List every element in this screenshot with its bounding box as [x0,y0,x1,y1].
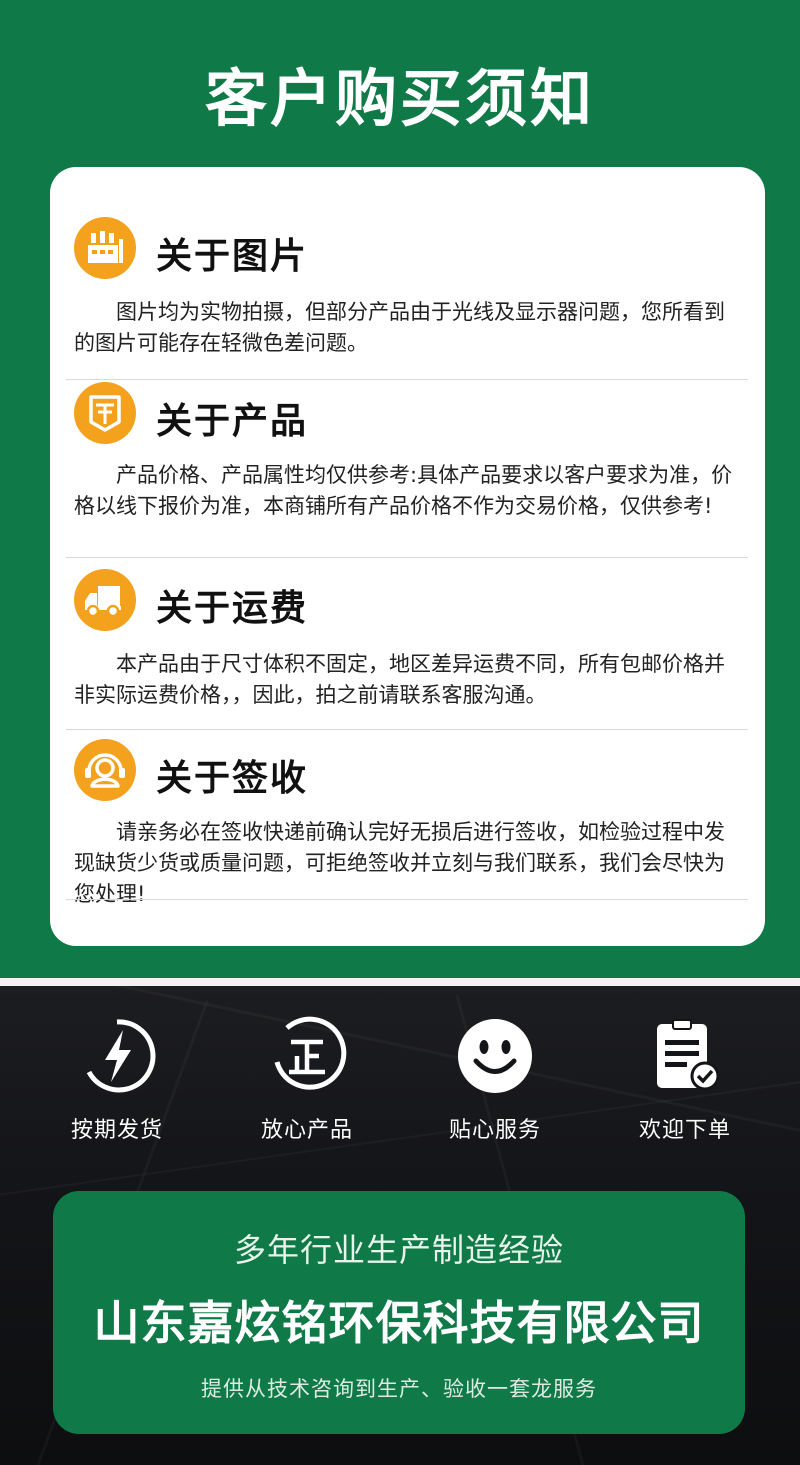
section-about-products: 关于产品 产品价格、产品属性均仅供参考:具体产品要求以客户要求为准，价格以线下报… [66,382,748,558]
section-body: 请亲务必在签收快递前确认完好无损后进行签收，如检验过程中发现缺货少货或质量问题，… [74,820,725,906]
section-title: 关于图片 [156,236,309,277]
divider [66,557,748,558]
feature-welcome-order: 欢迎下单 [600,1016,770,1144]
feature-label: 欢迎下单 [638,1118,731,1143]
section-header: 关于运费 [74,569,714,633]
factory-icon [74,217,136,279]
company-service: 提供从技术咨询到生产、验收一套龙服务 [201,1377,597,1401]
zheng-icon [267,1016,347,1096]
feature-on-time-delivery: 按期发货 [32,1016,202,1144]
notice-card: 关于图片 图片均为实物拍摄，但部分产品由于光线及显示器问题，您所看到的图片可能存… [50,167,765,946]
section-title: 关于签收 [156,758,309,799]
company-tagline: 多年行业生产制造经验 [233,1231,564,1269]
lightning-icon [77,1016,157,1096]
feature-label: 放心产品 [260,1118,353,1143]
order-document-icon [645,1016,725,1096]
headset-icon [74,739,136,801]
section-title: 关于产品 [156,401,309,442]
feature-label: 按期发货 [70,1118,163,1143]
shield-icon [74,382,136,444]
divider [66,729,748,730]
company-box: 多年行业生产制造经验 山东嘉炫铭环保科技有限公司 提供从技术咨询到生产、验收一套… [53,1191,745,1434]
notice-section: 客户购买须知 关于图片 图片均为实物拍摄，但部分产品由于光线及显示器问题，您所看… [0,0,800,978]
section-about-images: 关于图片 图片均为实物拍摄，但部分产品由于光线及显示器问题，您所看到的图片可能存… [66,217,748,380]
feature-caring-service: 贴心服务 [410,1016,580,1144]
company-name: 山东嘉炫铭环保科技有限公司 [93,1296,705,1350]
section-header: 关于签收 [74,739,714,803]
truck-icon [74,569,136,631]
feature-reliable-product: 放心产品 [222,1016,392,1144]
section-header: 关于产品 [74,382,714,446]
section-body: 产品价格、产品属性均仅供参考:具体产品要求以客户要求为准，价格以线下报价为准，本… [74,463,733,518]
section-about-receipt: 关于签收 请亲务必在签收快递前确认完好无损后进行签收，如检验过程中发现缺货少货或… [66,739,748,906]
section-body: 图片均为实物拍摄，但部分产品由于光线及显示器问题，您所看到的图片可能存在轻微色差… [74,300,725,355]
feature-label: 贴心服务 [448,1118,541,1143]
smiley-icon [455,1016,535,1096]
section-about-shipping: 关于运费 本产品由于尺寸体积不固定，地区差异运费不同，所有包邮价格并非实际运费价… [66,569,748,730]
service-banner: 按期发货 放心产品 贴心服务 欢迎下单 多年行业生产制造经验 山东嘉炫铭环保科技… [0,978,800,1465]
section-title: 关于运费 [156,588,309,629]
section-header: 关于图片 [74,217,714,281]
page-title: 客户购买须知 [204,62,595,135]
section-body: 本产品由于尺寸体积不固定，地区差异运费不同，所有包邮价格并非实际运费价格，，因此… [74,652,725,707]
divider [66,379,748,380]
divider [66,899,748,900]
